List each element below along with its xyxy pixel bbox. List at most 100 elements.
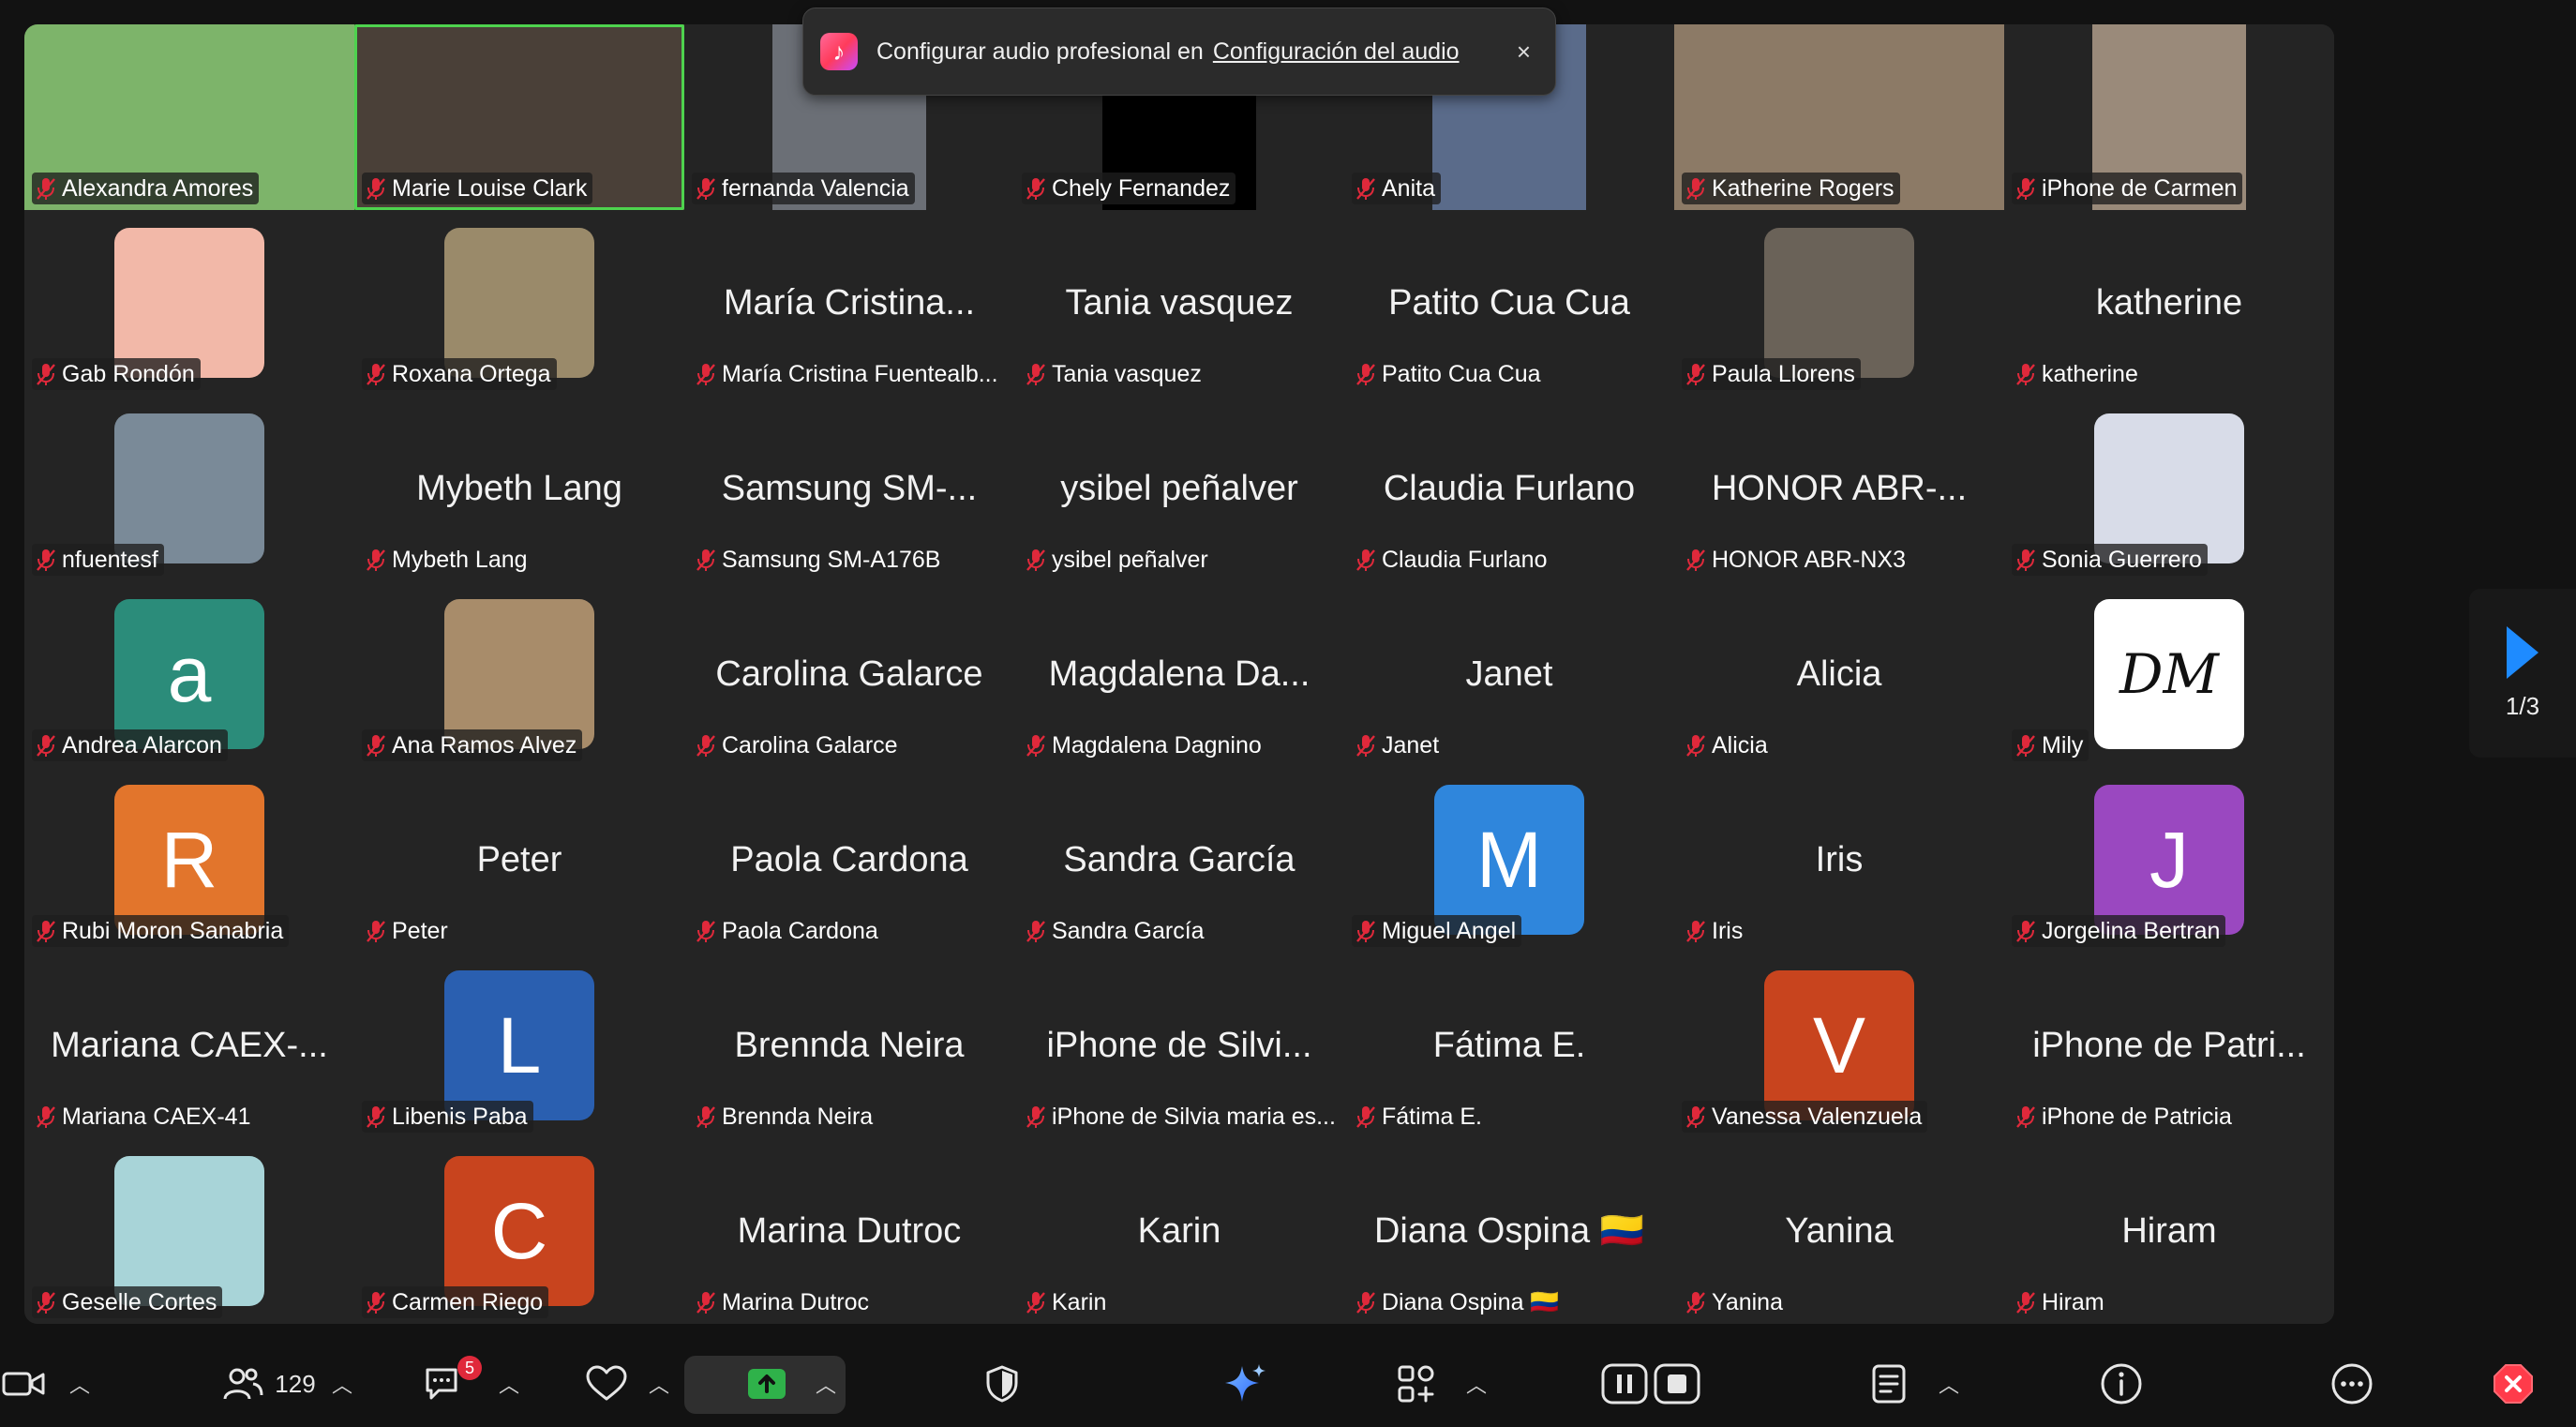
participant-tile[interactable]: iPhone de Carmen (2004, 24, 2334, 210)
muted-mic-icon (696, 549, 715, 571)
participant-tile[interactable]: Paola Cardona Paola Cardona (684, 767, 1014, 953)
participant-tile[interactable]: Magdalena Da... Magdalena Dagnino (1014, 581, 1344, 767)
participant-name-label: Geselle Cortes (32, 1286, 223, 1318)
participant-name-label: Diana Ospina 🇨🇴 (1352, 1286, 1565, 1318)
participant-tile[interactable]: katherine katherine (2004, 210, 2334, 396)
participant-name: Karin (1052, 1288, 1107, 1315)
more-button[interactable] (2329, 1341, 2375, 1427)
notes-options-caret[interactable]: ︿ (1935, 1341, 1963, 1427)
participant-tile[interactable]: Mybeth Lang Mybeth Lang (354, 396, 684, 581)
notes-button[interactable] (1865, 1341, 1912, 1427)
participant-name: nfuentesf (62, 546, 158, 573)
next-page-button[interactable]: 1/3 (2469, 589, 2576, 758)
share-screen-button[interactable] (741, 1341, 793, 1427)
recording-controls[interactable] (1599, 1341, 1702, 1427)
participant-tile[interactable]: DM Mily (2004, 581, 2334, 767)
muted-mic-icon (1686, 1292, 1705, 1314)
participant-tile[interactable]: M Miguel Angel (1344, 767, 1674, 953)
participant-tile[interactable]: Mariana CAEX-... Mariana CAEX-41 (24, 953, 354, 1138)
reactions-options-caret[interactable]: ︿ (645, 1341, 673, 1427)
security-button[interactable] (979, 1341, 1026, 1427)
participant-tile[interactable]: Yanina Yanina (1674, 1138, 2004, 1324)
participant-name-label: María Cristina Fuentealb... (692, 358, 1004, 390)
participant-tile[interactable]: a Andrea Alarcon (24, 581, 354, 767)
avatar (114, 1156, 264, 1306)
video-button[interactable] (0, 1341, 47, 1427)
muted-mic-icon (1686, 921, 1705, 942)
participant-tile[interactable]: Gab Rondón (24, 210, 354, 396)
participant-name-label: Mariana CAEX-41 (32, 1101, 256, 1133)
participant-tile[interactable]: Fátima E. Fátima E. (1344, 953, 1674, 1138)
more-icon (2331, 1363, 2373, 1404)
avatar: R (114, 785, 264, 935)
audio-settings-link[interactable]: Configuración del audio (1213, 38, 1460, 66)
participant-tile[interactable]: Roxana Ortega (354, 210, 684, 396)
video-options-caret[interactable]: ︿ (66, 1341, 94, 1427)
apps-options-caret[interactable]: ︿ (1462, 1341, 1490, 1427)
participant-name: iPhone de Carmen (2042, 174, 2238, 202)
participant-tile[interactable]: Janet Janet (1344, 581, 1674, 767)
participant-name: Alexandra Amores (62, 174, 254, 202)
participant-tile[interactable]: María Cristina... María Cristina Fuenteal… (684, 210, 1014, 396)
participant-tile[interactable]: Karin Karin (1014, 1138, 1344, 1324)
meeting-info-button[interactable] (2098, 1341, 2145, 1427)
participant-tile[interactable]: C Carmen Riego (354, 1138, 684, 1324)
chat-options-caret[interactable]: ︿ (495, 1341, 523, 1427)
share-options-caret[interactable]: ︿ (812, 1341, 840, 1427)
participant-tile[interactable]: L Libenis Paba (354, 953, 684, 1138)
participant-tile[interactable]: Samsung SM-... Samsung SM-A176B (684, 396, 1014, 581)
muted-mic-icon (696, 1106, 715, 1128)
muted-mic-icon (1026, 1106, 1045, 1128)
participant-name-label: Gab Rondón (32, 358, 201, 390)
participant-tile[interactable]: Marina Dutroc Marina Dutroc (684, 1138, 1014, 1324)
muted-mic-icon (1356, 1106, 1375, 1128)
apps-button[interactable] (1393, 1341, 1440, 1427)
participant-tile[interactable]: Diana Ospina 🇨🇴 Diana Ospina 🇨🇴 (1344, 1138, 1674, 1324)
participant-tile[interactable]: Katherine Rogers (1674, 24, 2004, 210)
participant-tile[interactable]: ysibel peñalver ysibel peñalver (1014, 396, 1344, 581)
leave-button[interactable] (2490, 1341, 2537, 1427)
participant-name: Alicia (1712, 731, 1768, 759)
participant-tile[interactable]: HONOR ABR-... HONOR ABR-NX3 (1674, 396, 2004, 581)
participant-tile[interactable]: Alicia Alicia (1674, 581, 2004, 767)
participant-name: iPhone de Patricia (2042, 1103, 2232, 1130)
participants-options-caret[interactable]: ︿ (328, 1341, 356, 1427)
muted-mic-icon (2016, 921, 2035, 942)
participant-tile[interactable]: Claudia Furlano Claudia Furlano (1344, 396, 1674, 581)
muted-mic-icon (696, 921, 715, 942)
participant-tile[interactable]: Geselle Cortes (24, 1138, 354, 1324)
participant-tile[interactable]: J Jorgelina Bertran (2004, 767, 2334, 953)
participant-name: Paola Cardona (722, 917, 878, 944)
participant-tile[interactable]: iPhone de Patri... iPhone de Patricia (2004, 953, 2334, 1138)
participant-tile[interactable]: Paula Llorens (1674, 210, 2004, 396)
participant-tile[interactable]: R Rubi Moron Sanabria (24, 767, 354, 953)
participant-tile[interactable]: Sandra García Sandra García (1014, 767, 1344, 953)
participant-tile[interactable]: Alexandra Amores (24, 24, 354, 210)
participant-tile[interactable]: Marie Louise Clark (354, 24, 684, 210)
participant-tile[interactable]: Iris Iris (1674, 767, 2004, 953)
participants-button[interactable]: 129 (217, 1341, 321, 1427)
participant-tile[interactable]: Brennda Neira Brennda Neira (684, 953, 1014, 1138)
close-notification-button[interactable]: × (1517, 38, 1531, 67)
participant-tile[interactable]: iPhone de Silvi... iPhone de Silvia maria… (1014, 953, 1344, 1138)
participant-name-label: Mily (2012, 729, 2089, 761)
avatar (114, 413, 264, 563)
participant-tile[interactable]: Ana Ramos Alvez (354, 581, 684, 767)
participant-tile[interactable]: Carolina Galarce Carolina Galarce (684, 581, 1014, 767)
participant-tile[interactable]: Sonia Guerrero (2004, 396, 2334, 581)
participant-tile[interactable]: Hiram Hiram (2004, 1138, 2334, 1324)
participant-name-label: Carmen Riego (362, 1286, 549, 1318)
participant-tile[interactable]: nfuentesf (24, 396, 354, 581)
participant-tile[interactable]: V Vanessa Valenzuela (1674, 953, 2004, 1138)
participant-name-label: Jorgelina Bertran (2012, 915, 2226, 947)
chat-button[interactable]: 5 (420, 1341, 482, 1427)
reactions-button[interactable] (581, 1341, 632, 1427)
participant-name: Patito Cua Cua (1382, 360, 1541, 387)
participant-name: Geselle Cortes (62, 1288, 217, 1315)
participant-name-label: Mybeth Lang (362, 544, 533, 576)
ai-companion-button[interactable] (1219, 1341, 1271, 1427)
participant-tile[interactable]: Patito Cua Cua Patito Cua Cua (1344, 210, 1674, 396)
participant-tile[interactable]: Tania vasquez Tania vasquez (1014, 210, 1344, 396)
avatar (444, 599, 594, 749)
participant-tile[interactable]: Peter Peter (354, 767, 684, 953)
